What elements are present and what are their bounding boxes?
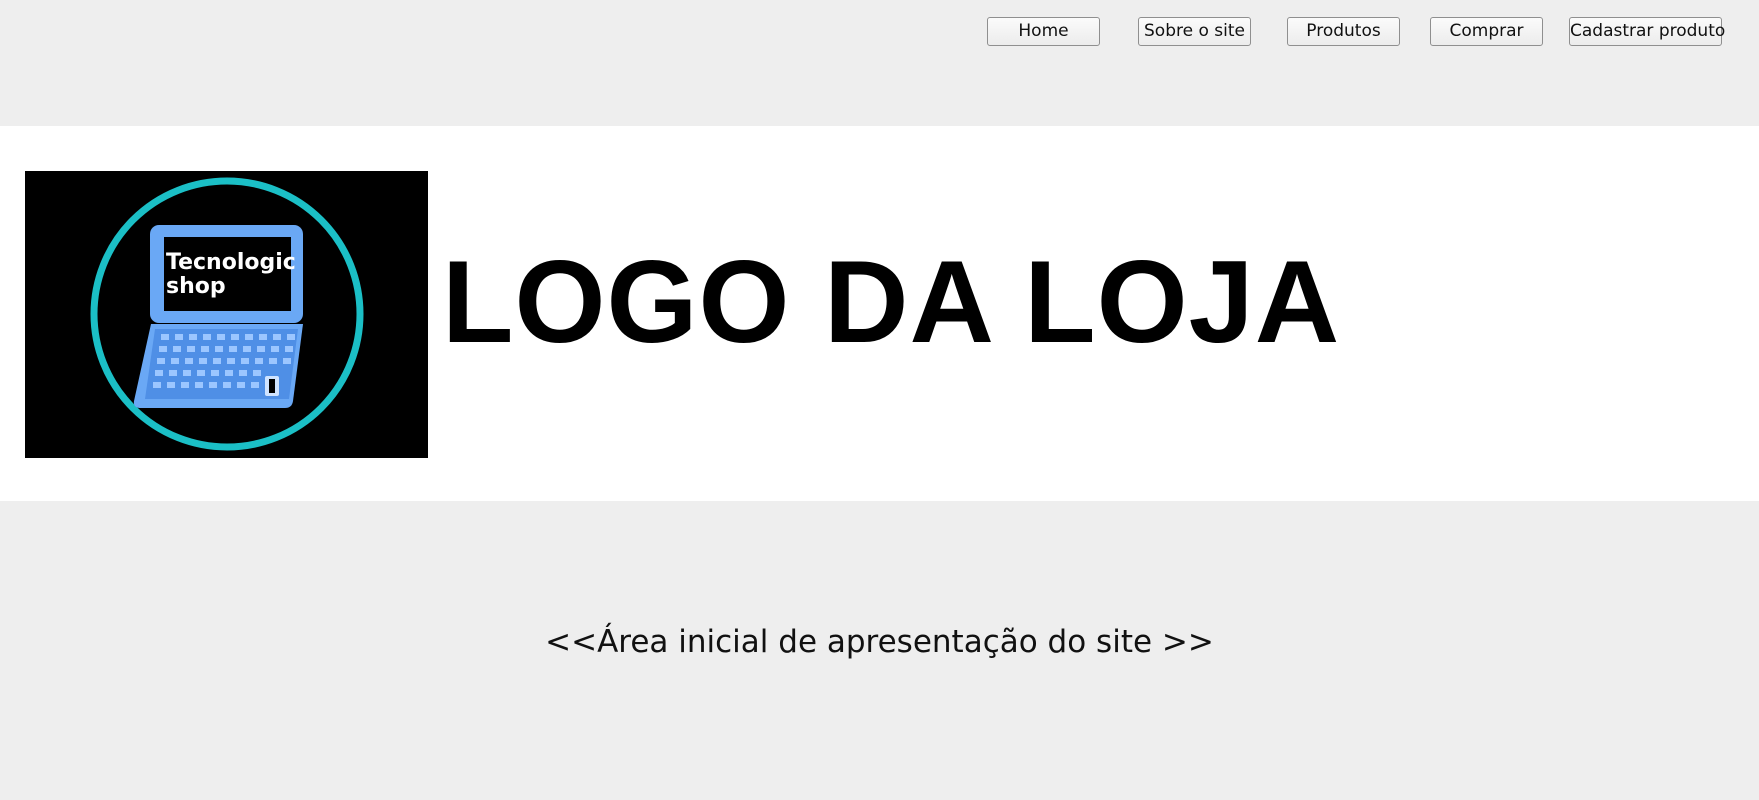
top-navigation-bar: Home Sobre o site Produtos Comprar Cadas…	[0, 0, 1759, 126]
store-logo: Tecnologic shop	[25, 171, 428, 458]
logo-text-line1: Tecnologic	[166, 250, 296, 275]
laptop-logo-icon: Tecnologic shop	[25, 171, 428, 458]
nav-home-button[interactable]: Home	[987, 17, 1100, 46]
nav-register-product-button[interactable]: Cadastrar produto	[1569, 17, 1725, 46]
nav-buy-button[interactable]: Comprar	[1430, 17, 1543, 46]
store-title: LOGO DA LOJA	[442, 236, 1341, 367]
nav-about-button[interactable]: Sobre o site	[1138, 17, 1251, 46]
logo-text-line2: shop	[166, 274, 226, 299]
hero-text: <<Área inicial de apresentação do site >…	[545, 624, 1214, 660]
store-banner: Tecnologic shop LOGO DA LOJA	[0, 126, 1759, 501]
hero-section: <<Área inicial de apresentação do site >…	[0, 501, 1759, 800]
nav-products-button[interactable]: Produtos	[1287, 17, 1400, 46]
